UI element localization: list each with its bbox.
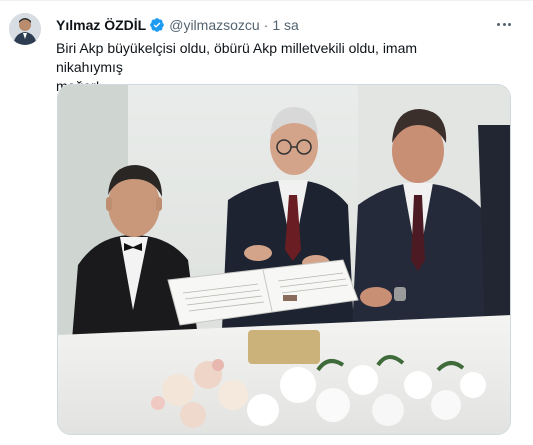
display-name[interactable]: Yılmaz ÖZDİL bbox=[56, 16, 146, 34]
more-options-icon[interactable] bbox=[493, 15, 515, 33]
photo-illustration bbox=[58, 85, 510, 434]
separator-dot: · bbox=[263, 17, 269, 33]
avatar[interactable] bbox=[9, 13, 41, 45]
tweet-photo[interactable] bbox=[57, 84, 511, 435]
tweet-card[interactable]: Yılmaz ÖZDİL @yilmazsozcu · 1 sa Biri Ak… bbox=[0, 0, 533, 445]
verified-badge-icon bbox=[149, 17, 165, 33]
tweet-header: Yılmaz ÖZDİL @yilmazsozcu · 1 sa bbox=[56, 15, 493, 35]
user-handle[interactable]: @yilmazsozcu bbox=[169, 16, 259, 34]
timestamp[interactable]: 1 sa bbox=[272, 16, 298, 34]
tweet-text-line-1: Biri Akp büyükelçisi oldu, öbürü Akp mil… bbox=[56, 40, 418, 75]
